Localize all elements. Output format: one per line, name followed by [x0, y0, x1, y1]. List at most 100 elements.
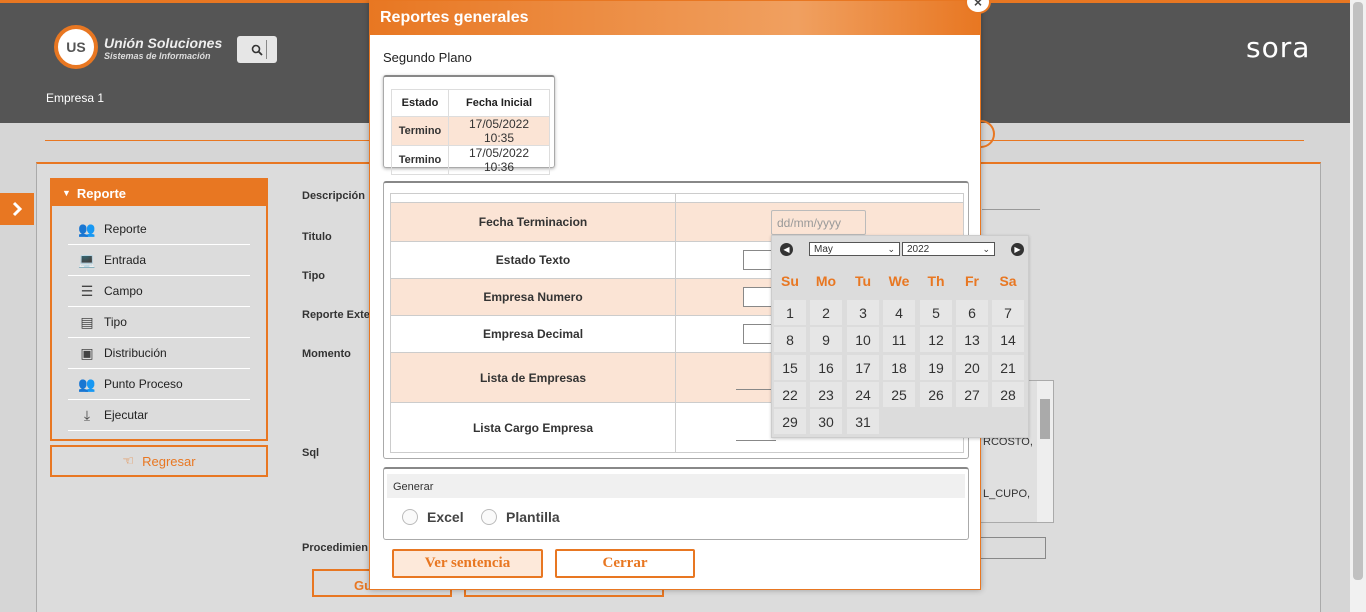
status-panel: Estado Fecha Inicial Termino 17/05/2022 … — [383, 75, 555, 175]
sidebar-item-campo[interactable]: ☰ Campo — [68, 276, 250, 307]
sidebar-toggle[interactable] — [0, 193, 34, 225]
calendar-day[interactable]: 30 — [810, 409, 842, 434]
sidebar-menu: ▼ Reporte 👥 Reporte 💻 Entrada ☰ Campo ▤ Tipo… — [50, 178, 268, 441]
calendar-day[interactable]: 31 — [847, 409, 879, 434]
back-button[interactable]: ☜ Regresar — [50, 445, 268, 477]
label-momento: Momento — [302, 348, 351, 360]
ver-sentencia-button[interactable]: Ver sentencia — [392, 549, 543, 578]
month-value: May — [814, 243, 833, 255]
sidebar-item-tipo[interactable]: ▤ Tipo — [68, 307, 250, 338]
cerrar-button[interactable]: Cerrar — [555, 549, 695, 578]
next-month-icon[interactable]: ▶ — [1011, 243, 1024, 256]
users-icon: 👥 — [78, 220, 96, 237]
weekday-header: Th — [927, 273, 945, 289]
radio-plantilla[interactable]: Plantilla — [481, 509, 560, 525]
textarea-scrollbar[interactable] — [1037, 381, 1053, 522]
param-label: Empresa Numero — [390, 279, 676, 315]
modal-title: Reportes generales — [370, 1, 980, 35]
prev-month-icon[interactable]: ◀ — [780, 243, 793, 256]
empresa-decimal-input[interactable] — [743, 324, 773, 344]
generate-panel: Generar Excel Plantilla — [383, 467, 969, 540]
calendar-day[interactable]: 1 — [774, 300, 806, 325]
calendar-day[interactable]: 22 — [774, 382, 806, 407]
sidebar-header[interactable]: ▼ Reporte — [52, 180, 266, 206]
logo-name: Unión Soluciones — [104, 35, 223, 51]
table-row[interactable]: Termino 17/05/2022 10:35 — [391, 116, 550, 146]
field-underline — [982, 209, 1040, 210]
lista-empresas-select[interactable] — [736, 389, 776, 390]
fecha-terminacion-input[interactable]: dd/mm/yyyy — [771, 210, 866, 235]
sidebar-item-ejecutar[interactable]: ⤓ Ejecutar — [68, 400, 250, 431]
procedimiento-input[interactable] — [980, 537, 1046, 559]
calendar-day[interactable]: 5 — [920, 300, 952, 325]
weekday-header: Fr — [965, 273, 979, 289]
label-sql: Sql — [302, 447, 320, 459]
sidebar-item-entrada[interactable]: 💻 Entrada — [68, 245, 250, 276]
radio-label: Excel — [427, 509, 464, 525]
param-label: Empresa Decimal — [390, 316, 676, 352]
calendar-day[interactable]: 28 — [992, 382, 1024, 407]
empresa-numero-input[interactable] — [743, 287, 773, 307]
logo-mark: US — [66, 39, 86, 55]
calendar-day[interactable]: 13 — [956, 327, 988, 352]
sidebar-item-punto-proceso[interactable]: 👥 Punto Proceso — [68, 369, 250, 400]
weekday-header: We — [888, 273, 910, 289]
list-icon: ▤ — [80, 313, 94, 330]
calendar-day[interactable]: 10 — [847, 327, 879, 352]
calendar-day[interactable]: 24 — [847, 382, 879, 407]
calendar-day[interactable]: 26 — [920, 382, 952, 407]
year-select[interactable]: 2022 ⌄ — [902, 242, 995, 256]
calendar-day[interactable]: 25 — [883, 382, 915, 407]
estado-texto-input[interactable] — [743, 250, 773, 270]
calendar-day[interactable]: 15 — [774, 355, 806, 380]
search-icon — [251, 44, 263, 56]
calendar-day[interactable]: 23 — [810, 382, 842, 407]
calendar-day[interactable]: 4 — [883, 300, 915, 325]
month-select[interactable]: May ⌄ — [809, 242, 900, 256]
calendar-day[interactable]: 20 — [956, 355, 988, 380]
laptop-icon: 💻 — [78, 251, 96, 268]
radio-circle[interactable] — [481, 509, 497, 525]
scrollbar-thumb[interactable] — [1353, 2, 1363, 580]
radio-circle[interactable] — [402, 509, 418, 525]
logo-tagline: Sistemas de Información — [104, 51, 211, 61]
sql-text-line: L_CUPO, — [983, 488, 1031, 500]
calendar-day[interactable]: 27 — [956, 382, 988, 407]
sidebar-item-label: Campo — [104, 284, 143, 298]
calendar-day[interactable]: 11 — [883, 327, 915, 352]
label-tipo: Tipo — [302, 270, 326, 282]
page-scrollbar[interactable] — [1350, 0, 1366, 612]
calendar-day[interactable]: 2 — [810, 300, 842, 325]
calendar-day[interactable]: 9 — [810, 327, 842, 352]
generate-title: Generar — [387, 474, 965, 498]
radio-excel[interactable]: Excel — [402, 509, 464, 525]
param-label: Lista Cargo Empresa — [390, 403, 676, 452]
status-table: Estado Fecha Inicial Termino 17/05/2022 … — [391, 89, 550, 175]
lista-cargo-empresa-select[interactable] — [736, 440, 776, 441]
calendar-day[interactable]: 12 — [920, 327, 952, 352]
calendar-day[interactable]: 19 — [920, 355, 952, 380]
brand-logo: sora — [1246, 31, 1311, 64]
sidebar-item-distribucion[interactable]: ▣ Distribución — [68, 338, 250, 369]
calendar-day[interactable]: 17 — [847, 355, 879, 380]
calendar-day[interactable]: 6 — [956, 300, 988, 325]
weekday-header: Su — [781, 273, 799, 289]
calendar-day[interactable]: 8 — [774, 327, 806, 352]
column-header: Fecha Inicial — [448, 89, 550, 117]
calendar-day[interactable]: 16 — [810, 355, 842, 380]
sidebar-item-reporte[interactable]: 👥 Reporte — [68, 214, 250, 245]
company-logo: US — [54, 25, 98, 69]
sidebar-item-label: Punto Proceso — [104, 377, 183, 391]
search-divider — [266, 40, 267, 59]
calendar-day[interactable]: 3 — [847, 300, 879, 325]
calendar-day[interactable]: 21 — [992, 355, 1024, 380]
calendar-day[interactable]: 14 — [992, 327, 1024, 352]
sidebar-item-label: Reporte — [104, 222, 147, 236]
calendar-day[interactable]: 7 — [992, 300, 1024, 325]
calendar-day[interactable]: 18 — [883, 355, 915, 380]
scrollbar-thumb[interactable] — [1040, 399, 1050, 439]
table-row[interactable]: Termino 17/05/2022 10:36 — [391, 145, 550, 175]
search-button[interactable] — [237, 36, 277, 63]
calendar-day[interactable]: 29 — [774, 409, 806, 434]
sidebar-item-label: Ejecutar — [104, 408, 149, 422]
